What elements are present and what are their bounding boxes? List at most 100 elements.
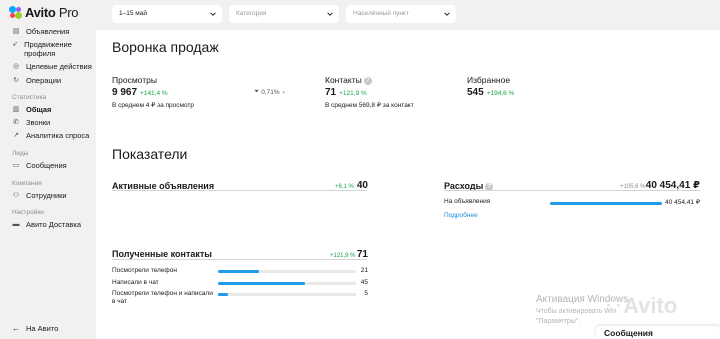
- contacts-row-value: 45: [360, 279, 368, 286]
- period-select[interactable]: 1–15 май: [112, 5, 222, 23]
- sidebar-item-calls[interactable]: ✆ Звонки: [12, 118, 50, 127]
- received-contacts-label: Полученные контакты: [112, 249, 212, 259]
- contacts-row-bar: [218, 293, 356, 296]
- sidebar-item-label: Звонки: [26, 118, 51, 127]
- expenses-row-value: 40 454,41 ₽: [665, 199, 700, 206]
- contacts-row-bar-fill: [218, 270, 260, 273]
- expenses-bar-fill: [550, 202, 662, 205]
- contacts-delta: +121,9 %: [339, 90, 367, 97]
- location-select[interactable]: Населённый пункт: [346, 5, 456, 23]
- watermark-dots-icon: ⁘: [606, 295, 622, 316]
- contacts-row-bar: [218, 270, 356, 273]
- contacts-row-label: Посмотрели телефон и написали в чат: [112, 290, 213, 305]
- logo-name: Avito: [25, 5, 56, 20]
- messages-widget-label: Сообщения: [604, 328, 653, 338]
- contacts-label: Контакты: [325, 75, 362, 85]
- avito-pro-logo[interactable]: Avito Pro: [9, 5, 78, 20]
- contacts-sub: В среднем 569,8 ₽ за контакт: [325, 102, 414, 109]
- sidebar-item-label: Общая: [26, 105, 52, 114]
- back-link-label: На Авито: [26, 324, 59, 333]
- expenses-row-label: На объявления: [444, 198, 491, 205]
- contacts-metric: 71 +121,9 %: [325, 87, 367, 98]
- chart-icon: ▥: [12, 106, 20, 113]
- contacts-row-bar-fill: [218, 282, 305, 285]
- info-icon[interactable]: ?: [363, 76, 372, 85]
- contacts-label-wrap: Контакты?: [325, 75, 372, 85]
- sidebar-item-promotion[interactable]: ➶ Продвижение профиля: [12, 40, 86, 58]
- expenses-bar: [550, 202, 662, 205]
- active-ads-value: 40: [356, 180, 368, 191]
- category-select[interactable]: Категория: [229, 5, 339, 23]
- sidebar-item-label: Авито Доставка: [26, 220, 81, 229]
- sidebar-item-employees[interactable]: ⚇ Сотрудники: [12, 191, 67, 200]
- views-metric: 9 967 +141,4 %: [112, 87, 168, 98]
- trend-icon: ↗: [13, 132, 19, 139]
- avito-logo-icon: [9, 6, 22, 19]
- chevron-right-icon: ›: [282, 88, 285, 96]
- logo-suffix: Pro: [58, 5, 79, 20]
- rocket-icon: ➶: [12, 41, 18, 48]
- list-icon: ▤: [12, 28, 20, 35]
- funnel-title: Воронка продаж: [112, 39, 219, 55]
- conversion-indicator[interactable]: ⏷ 0,71% ›: [254, 88, 285, 96]
- sidebar-item-avito-delivery[interactable]: ▬ Авито Доставка: [12, 220, 82, 229]
- chevron-down-icon: [444, 12, 450, 16]
- received-contacts-divider: [112, 259, 367, 260]
- contacts-row-value: 5: [364, 290, 368, 297]
- sidebar-item-label: Сообщения: [26, 161, 67, 170]
- sidebar-item-general[interactable]: ▥ Общая: [12, 105, 52, 114]
- sidebar-item-label: Операции: [26, 76, 62, 85]
- sidebar-item-messages[interactable]: ▭ Сообщения: [12, 161, 67, 170]
- sidebar-item-label: Сотрудники: [26, 191, 67, 200]
- filters-bar: 1–15 май Категория Населённый пункт: [96, 0, 720, 30]
- sidebar-item-operations[interactable]: ↻ Операции: [12, 76, 61, 85]
- section-statistics: Статистика: [12, 94, 47, 101]
- sidebar-item-ads[interactable]: ▤ Объявления: [12, 27, 70, 36]
- expenses-value: 40 454,41 ₽: [645, 180, 700, 191]
- active-ads-divider: [112, 190, 367, 191]
- main-content: 1–15 май Категория Населённый пункт Воро…: [96, 0, 720, 339]
- indicators-title: Показатели: [112, 146, 188, 162]
- arrow-left-icon: ←: [12, 324, 20, 333]
- truck-icon: ▬: [12, 221, 20, 228]
- back-to-avito-link[interactable]: ← На Авито: [12, 324, 58, 333]
- favorites-value: 545: [467, 87, 484, 98]
- target-icon: ◎: [12, 63, 20, 70]
- avito-watermark: ⁘ Avito: [606, 293, 677, 319]
- sidebar: Avito Pro ▤ Объявления ➶ Продвижение про…: [0, 0, 96, 339]
- sidebar-item-demand-analytics[interactable]: ↗ Аналитика спроса: [12, 131, 89, 140]
- funnel-icon: ⏷: [254, 88, 260, 95]
- contacts-row-label: Написали в чат: [112, 279, 159, 286]
- phone-icon: ✆: [13, 119, 19, 126]
- sidebar-item-label: Объявления: [26, 27, 70, 36]
- received-contacts-value: 71: [356, 249, 368, 260]
- contacts-row-bar-fill: [218, 293, 228, 296]
- location-placeholder: Населённый пункт: [353, 10, 409, 17]
- windows-activation-line1: Чтобы активировать Win: [536, 308, 617, 315]
- sidebar-item-label: Продвижение профиля: [24, 40, 72, 58]
- favorites-label: Избранное: [467, 75, 511, 85]
- expenses-more-link[interactable]: Подробнее: [444, 212, 478, 219]
- contacts-value: 71: [325, 87, 337, 98]
- views-value: 9 967: [112, 87, 138, 98]
- favorites-metric: 545 +194,6 %: [467, 87, 514, 98]
- sidebar-item-label: Аналитика спроса: [26, 131, 90, 140]
- contacts-row-label: Посмотрели телефон: [112, 267, 177, 274]
- section-settings: Настройки: [12, 209, 44, 216]
- views-label: Просмотры: [112, 75, 157, 85]
- chevron-down-icon: [210, 12, 216, 16]
- contacts-row-value: 21: [360, 267, 368, 274]
- views-delta: +141,4 %: [140, 90, 168, 97]
- users-icon: ⚇: [12, 192, 20, 199]
- message-icon: ▭: [12, 162, 20, 169]
- period-value: 1–15 май: [119, 10, 147, 17]
- watermark-text: Avito: [623, 293, 678, 318]
- messages-widget[interactable]: Сообщения: [596, 326, 720, 339]
- refresh-icon: ↻: [13, 77, 19, 84]
- favorites-delta: +194,6 %: [486, 90, 515, 97]
- chevron-down-icon: [327, 12, 333, 16]
- windows-activation-line2: "Параметры".: [536, 318, 581, 325]
- sidebar-item-target-actions[interactable]: ◎ Целевые действия: [12, 62, 92, 71]
- category-placeholder: Категория: [236, 10, 267, 17]
- views-sub: В среднем 4 ₽ за просмотр: [112, 102, 195, 109]
